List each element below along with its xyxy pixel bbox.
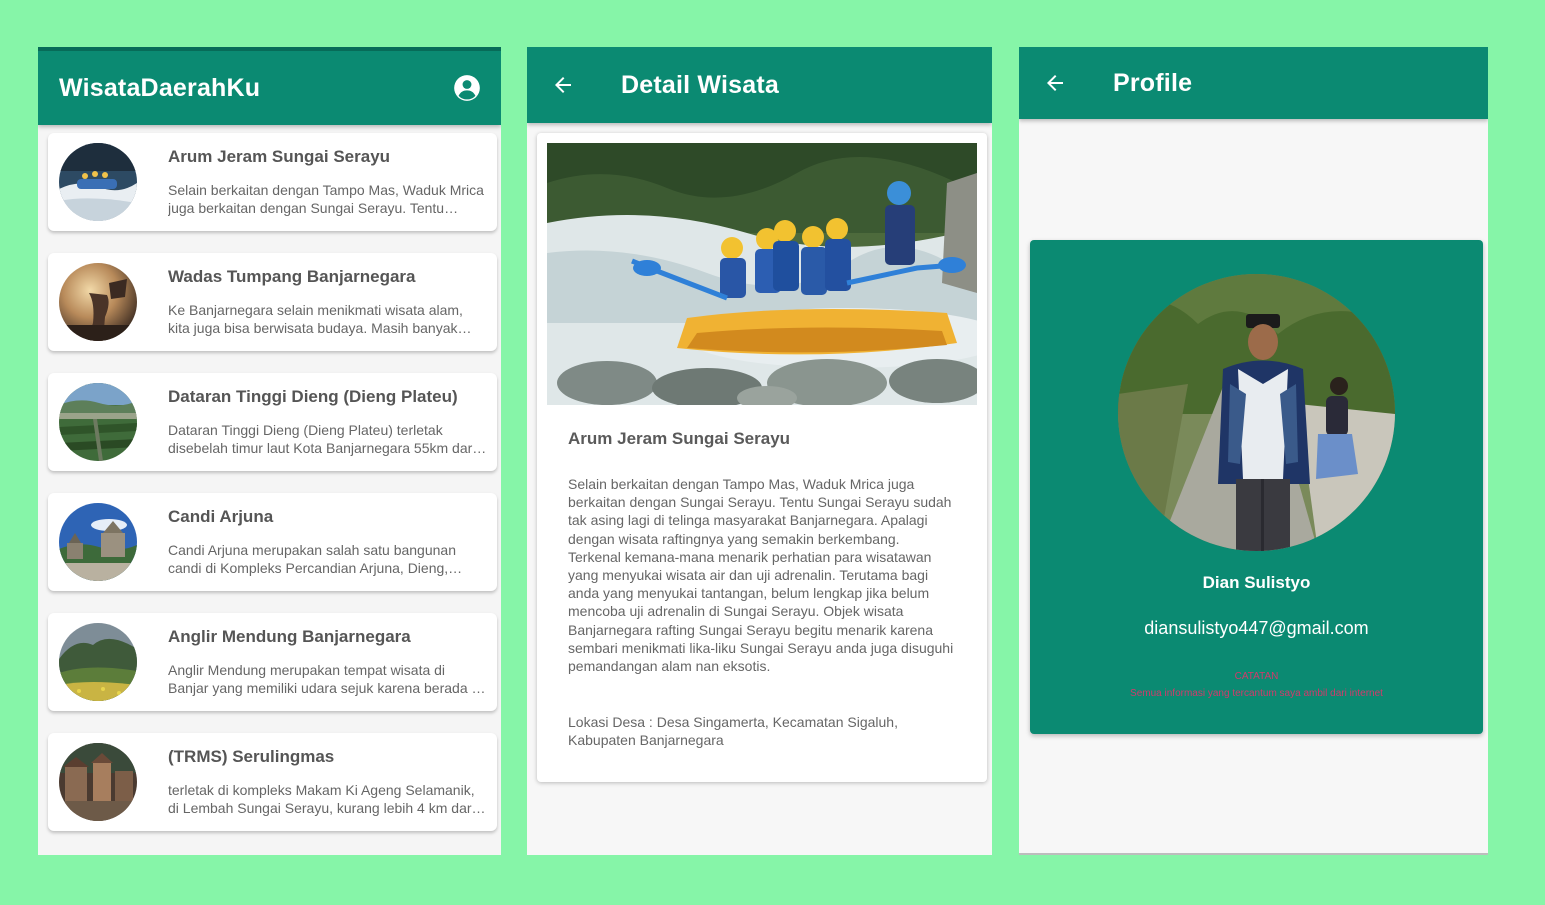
place-description: Anglir Mendung merupakan tempat wisata d… [168,662,483,696]
place-thumbnail [59,623,137,701]
avatar [1118,274,1395,551]
profile-screen: Profile Dian Sulistyo diansulistyo447@gm… [1019,47,1488,855]
home-screen: WisataDaerahKu Arum Jeram Sungai Serayu … [38,47,501,855]
screen-title: Detail Wisata [621,70,779,99]
screen-title: Profile [1113,68,1193,97]
list-item[interactable]: (TRMS) Serulingmas terletak di kompleks … [48,733,497,831]
list-item[interactable]: Wadas Tumpang Banjarnegara Ke Banjarnega… [48,253,497,351]
app-bar: Detail Wisata [527,47,992,123]
place-title: Arum Jeram Sungai Serayu [568,429,791,448]
place-description: Selain berkaitan dengan Tampo Mas, Waduk… [568,476,954,675]
place-title: Wadas Tumpang Banjarnegara [168,267,416,286]
place-title: Candi Arjuna [168,507,274,526]
place-thumbnail [59,743,137,821]
list-item[interactable]: Arum Jeram Sungai Serayu Selain berkaita… [48,133,497,231]
list-item[interactable]: Anglir Mendung Banjarnegara Anglir Mendu… [48,613,497,711]
list-item[interactable]: Dataran Tinggi Dieng (Dieng Plateu) Data… [48,373,497,471]
profile-name: Dian Sulistyo [1202,573,1311,592]
account-circle-icon[interactable] [453,74,481,102]
place-description: Ke Banjarnegara selain menikmati wisata … [168,302,463,336]
place-description: terletak di kompleks Makam Ki Ageng Sela… [168,782,475,816]
place-description: Dataran Tinggi Dieng (Dieng Plateu) terl… [168,422,476,456]
place-photo [547,143,977,405]
profile-email: diansulistyo447@gmail.com [1144,618,1369,638]
place-description: Selain berkaitan dengan Tampo Mas, Waduk… [168,182,484,216]
app-title: WisataDaerahKu [59,73,261,102]
place-title: (TRMS) Serulingmas [168,747,335,766]
app-bar: WisataDaerahKu [38,47,501,125]
app-bar: Profile [1019,47,1488,119]
arrow-back-icon[interactable] [1043,71,1067,95]
detail-screen: Detail Wisata Arum Jeram Sungai Serayu S… [527,47,992,855]
place-thumbnail [59,383,137,461]
place-location: Lokasi Desa : Desa Singamerta, Kecamatan… [568,714,898,749]
place-thumbnail [59,503,137,581]
place-list: Arum Jeram Sungai Serayu Selain berkaita… [48,133,497,853]
list-item[interactable]: Candi Arjuna Candi Arjuna merupakan sala… [48,493,497,591]
place-title: Arum Jeram Sungai Serayu [168,147,391,166]
place-title: Dataran Tinggi Dieng (Dieng Plateu) [168,387,458,406]
place-thumbnail [59,143,137,221]
place-title: Anglir Mendung Banjarnegara [168,627,411,646]
note-title: CATATAN [1234,671,1279,682]
arrow-back-icon[interactable] [551,73,575,97]
place-thumbnail [59,263,137,341]
place-description: Candi Arjuna merupakan salah satu bangun… [168,542,456,576]
note-text: Semua informasi yang tercantum saya ambi… [1130,688,1383,699]
profile-card: Dian Sulistyo diansulistyo447@gmail.com … [1030,240,1483,734]
detail-card: Arum Jeram Sungai Serayu Selain berkaita… [537,133,987,782]
